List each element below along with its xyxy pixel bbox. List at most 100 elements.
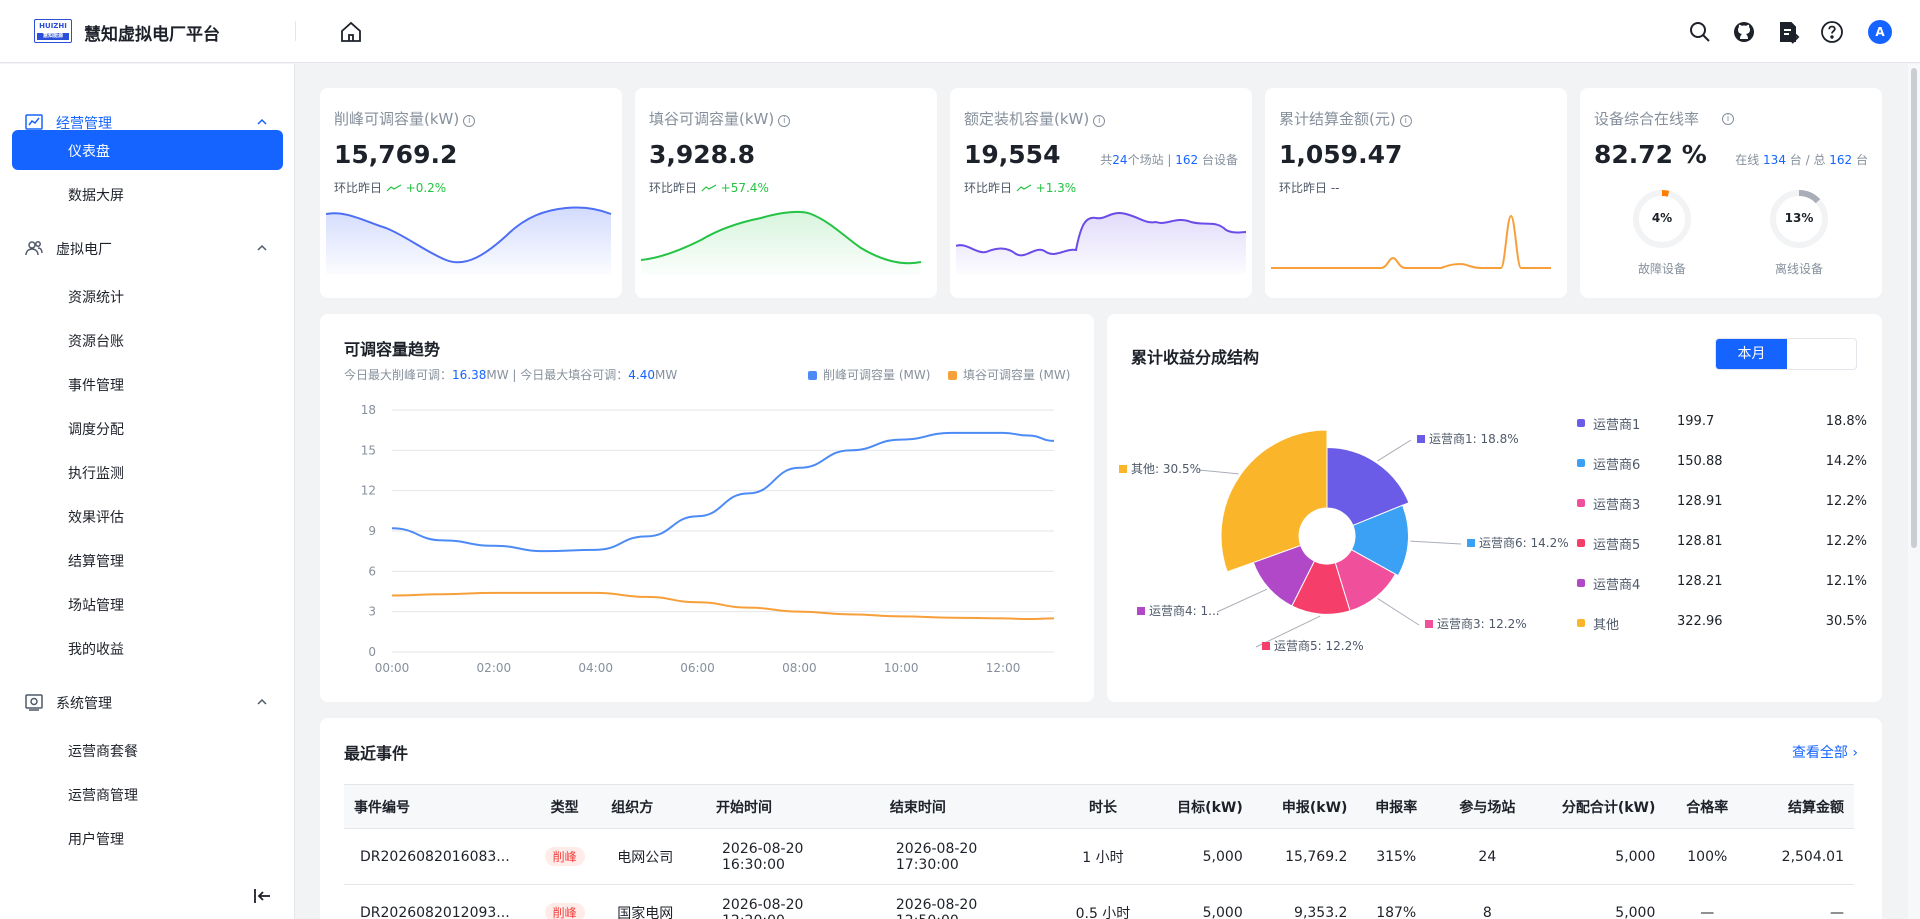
x-tick-label: 06:00 (680, 661, 715, 675)
list-item: 运营商4 128.21 12.1% (1577, 574, 1867, 614)
legend-swatch (1577, 419, 1585, 427)
legend-swatch (1577, 539, 1585, 547)
gauge-offline: 13% 离线设备 (1764, 188, 1834, 277)
table-header-row: 事件编号 类型 组织方 开始时间 结束时间 时长 目标(kW) 申报(kW) 申… (344, 784, 1854, 829)
label-leader-line (1216, 588, 1268, 613)
info-icon[interactable]: i (1093, 115, 1106, 127)
view-all-link[interactable]: 查看全部 › (1792, 742, 1858, 762)
pie-label-swatch (1417, 435, 1425, 443)
share-panel: 累计收益分成结构 本月 本年 运营商1: 18.8%运营商6: 14.2%运营商… (1107, 314, 1882, 702)
y-tick-label: 15 (361, 443, 376, 457)
chart-line-icon (25, 114, 43, 130)
legend-swatch (1577, 619, 1585, 627)
events-panel: 最近事件 查看全部 › 事件编号 类型 组织方 开始时间 结束时间 时长 目标(… (320, 718, 1882, 919)
table-row[interactable]: DR2026082012093... 削峰 国家电网 2026-08-20 12… (344, 884, 1854, 919)
y-tick-label: 9 (368, 524, 376, 538)
kpi-value: 19,554 (964, 140, 1061, 169)
pie-label-swatch (1425, 620, 1433, 628)
logo: HUIZHI 慧知能源 (34, 19, 72, 43)
label-leader-line (1377, 439, 1412, 462)
panel-title: 最近事件 (344, 744, 409, 763)
label-leader-line (1410, 540, 1462, 545)
sidebar-item-dispatch[interactable]: 调度分配 (12, 408, 283, 448)
type-badge: 削峰 (544, 903, 585, 919)
chevron-up-icon (257, 698, 267, 705)
pie-slice-label: 运营商1: 18.8% (1429, 431, 1519, 446)
kpi-value: 82.72 % (1594, 140, 1707, 169)
kpi-value: 3,928.8 (649, 140, 755, 169)
sidebar-item-data-screen[interactable]: 数据大屏 (12, 174, 283, 214)
pie-slice-label: 运营商6: 14.2% (1479, 535, 1569, 550)
pie-slice-5[interactable] (1220, 429, 1328, 573)
kpi-card-capacity: 额定装机容量(kW) i 19,554 共24个场站 | 162 台设备 环比昨日… (950, 88, 1252, 298)
sidebar-item-operator-packages[interactable]: 运营商套餐 (12, 730, 283, 770)
brand-title: 慧知虚拟电厂平台 (84, 25, 220, 45)
sidebar-item-monitoring[interactable]: 执行监测 (12, 452, 283, 492)
sidebar-item-user-management[interactable]: 用户管理 (12, 818, 283, 858)
list-item: 运营商3 128.91 12.2% (1577, 494, 1867, 534)
chevron-up-icon (257, 118, 267, 125)
pie-label-swatch (1467, 539, 1475, 547)
x-tick-label: 02:00 (477, 661, 512, 675)
table-row[interactable]: DR2026082016083... 削峰 电网公司 2026-08-20 16… (344, 828, 1854, 885)
share-list: 运营商1 199.7 18.8% 运营商6 150.88 14.2% 运营商3 128.9… (1577, 414, 1867, 654)
pie-label-swatch (1137, 607, 1145, 615)
sidebar-item-resource-stats[interactable]: 资源统计 (12, 276, 283, 316)
y-tick-label: 6 (368, 564, 376, 578)
online-count: 在线 134 台 / 总 162 台 (1735, 153, 1868, 167)
list-item: 运营商1 199.7 18.8% (1577, 414, 1867, 454)
info-icon[interactable]: i (463, 115, 476, 127)
scrollbar-thumb[interactable] (1911, 68, 1917, 548)
series-line-valley (391, 591, 1055, 621)
sidebar-item-my-revenue[interactable]: 我的收益 (12, 628, 283, 668)
sparkline-capacity (956, 212, 1246, 274)
tab-month[interactable]: 本月 (1716, 339, 1787, 369)
device-icon (25, 694, 43, 711)
chevron-up-icon (257, 244, 267, 251)
sidebar-item-dashboard[interactable]: 仪表盘 (12, 130, 283, 170)
share-pie-chart: 运营商1: 18.8% 运营商6: 14.2% 运营商3: 12.2% 运营商5: 1… (1119, 429, 1569, 653)
sidebar-group-system[interactable]: 系统管理 (0, 682, 295, 722)
kpi-card-online-rate: 设备综合在线率 i 82.72 % 在线 134 台 / 总 162 台 4% … (1580, 88, 1882, 298)
sidebar-item-evaluation[interactable]: 效果评估 (12, 496, 283, 536)
github-icon[interactable] (1732, 20, 1756, 44)
tab-year[interactable]: 本年 (1716, 369, 1787, 370)
pie-label-swatch (1119, 465, 1127, 473)
x-tick-label: 04:00 (578, 661, 613, 675)
sidebar-item-events[interactable]: 事件管理 (12, 364, 283, 404)
sidebar-item-settlement[interactable]: 结算管理 (12, 540, 283, 580)
help-icon[interactable] (1820, 20, 1844, 44)
info-icon[interactable]: i (778, 115, 791, 127)
sparkline-valley (641, 210, 922, 274)
kpi-value: 15,769.2 (334, 140, 458, 169)
document-edit-icon[interactable] (1776, 20, 1800, 44)
sparkline-peak (326, 206, 612, 274)
sidebar-item-resource-ledger[interactable]: 资源台账 (12, 320, 283, 360)
kpi-card-peak: 削峰可调容量(kW) i 15,769.2 环比昨日 +0.2% (320, 88, 622, 298)
x-tick-label: 10:00 (884, 661, 919, 675)
label-leader-line (1198, 469, 1239, 475)
sidebar-item-sites[interactable]: 场站管理 (12, 584, 283, 624)
info-icon[interactable]: i (1722, 113, 1734, 125)
sidebar: 经营管理 仪表盘 数据大屏 虚拟电厂 资源统计 资源台账 事件管理 调度分配 执… (0, 64, 295, 919)
trend-panel: 可调容量趋势 今日最大削峰可调：16.38MW | 今日最大填谷可调：4.40M… (320, 314, 1094, 702)
trend-up-icon (1016, 184, 1032, 192)
sidebar-group-vpp[interactable]: 虚拟电厂 (0, 228, 295, 268)
legend-swatch (1577, 459, 1585, 467)
kpi-card-settlement: 累计结算金额(元) i 1,059.47 环比昨日 -- (1265, 88, 1567, 298)
pie-slice-label: 其他: 30.5% (1131, 462, 1201, 476)
trend-up-icon (386, 184, 402, 192)
sidebar-item-operator-management[interactable]: 运营商管理 (12, 774, 283, 814)
trend-chart: 0 3 6 9 12 15 18 00:00 02:00 04:00 06:00 08:00 10:00… (361, 403, 1055, 675)
period-switch: 本月 本年 (1715, 338, 1857, 370)
x-tick-label: 12:00 (986, 661, 1021, 675)
collapse-sidebar-icon[interactable] (250, 884, 274, 908)
events-table: 事件编号 类型 组织方 开始时间 结束时间 时长 目标(kW) 申报(kW) 申… (344, 784, 1854, 919)
search-icon[interactable] (1688, 20, 1712, 44)
info-icon[interactable]: i (1399, 115, 1412, 127)
page-scrollbar[interactable] (1908, 64, 1920, 919)
home-icon[interactable] (339, 20, 363, 44)
user-avatar[interactable]: A (1868, 20, 1892, 44)
y-tick-label: 0 (368, 645, 376, 659)
list-item: 运营商6 150.88 14.2% (1577, 454, 1867, 494)
